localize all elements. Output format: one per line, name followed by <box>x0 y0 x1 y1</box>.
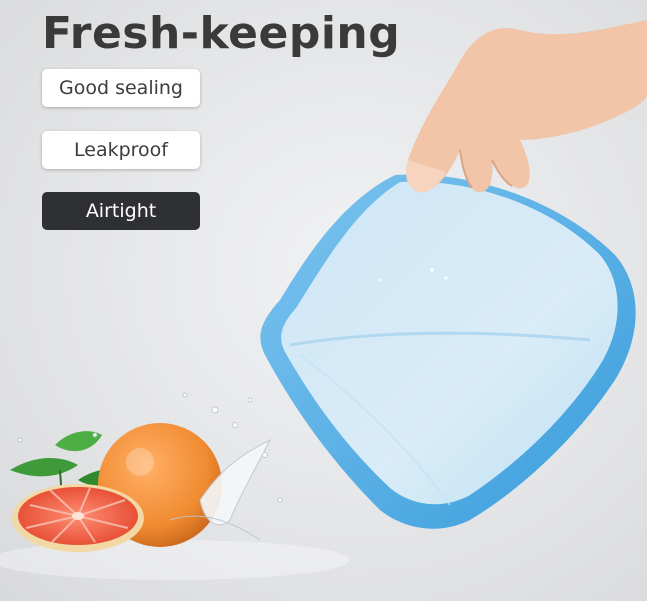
tag-good-sealing: Good sealing <box>42 69 200 107</box>
headline: Fresh-keeping <box>42 8 401 59</box>
hand <box>405 20 647 193</box>
tag-airtight: Airtight <box>42 192 200 230</box>
silicone-bag <box>260 174 636 529</box>
grapefruit-half <box>12 484 144 552</box>
tag-leakproof: Leakproof <box>42 131 200 169</box>
